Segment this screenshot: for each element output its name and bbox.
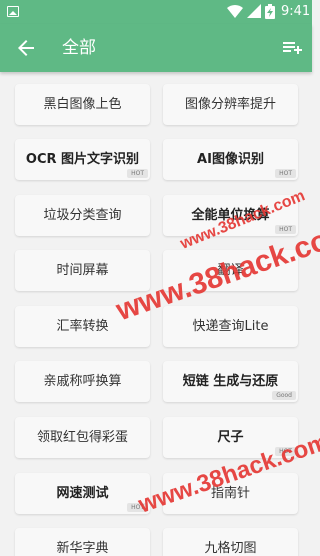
tool-tile-label: 亲戚称呼换算 [43, 374, 122, 389]
tool-tile-label: AI图像识别 [197, 152, 264, 167]
tool-tile-label: 黑白图像上色 [43, 97, 122, 112]
tool-tile-label: 网速测试 [56, 486, 109, 501]
tool-tile-label: 垃圾分类查询 [43, 208, 122, 223]
tool-tile[interactable]: 亲戚称呼换算 [15, 361, 150, 402]
page-title: 全部 [62, 38, 96, 58]
tool-tile[interactable]: 网速测试 HOT [15, 473, 150, 514]
cell-signal-icon [247, 4, 261, 18]
tool-tile-badge: HOT [127, 169, 148, 178]
status-time: 9:41 [281, 4, 311, 19]
tool-tile[interactable]: 短链 生成与还原 Good [163, 361, 298, 402]
tool-tile-label: 领取红包得彩蛋 [36, 430, 128, 445]
tool-tile[interactable]: 快递查询Lite [163, 306, 298, 347]
tool-tile[interactable]: 领取红包得彩蛋 [15, 417, 150, 458]
battery-charging-icon [265, 4, 275, 19]
tool-tile[interactable]: 新华字典 [15, 528, 150, 556]
tool-tile[interactable]: AI图像识别 HOT [163, 139, 298, 180]
tool-tile-badge: Good [272, 391, 296, 400]
tool-tile[interactable]: 黑白图像上色 [15, 84, 150, 125]
app-bar: 全部 [0, 24, 312, 72]
tool-tile-label: 汇率转换 [56, 319, 109, 334]
tool-tile-label: OCR 图片文字识别 [25, 152, 140, 167]
tool-tile[interactable]: 时间屏幕 [15, 250, 150, 291]
tool-tile-label: 九格切图 [204, 541, 257, 556]
tool-tile-label: 时间屏幕 [56, 263, 109, 278]
back-arrow-icon[interactable] [14, 36, 38, 60]
tool-tile[interactable]: 图像分辨率提升 [163, 84, 298, 125]
tool-tile-label: 短链 生成与还原 [182, 374, 279, 389]
tool-tile-badge: HOT [275, 169, 296, 178]
image-notification-icon [7, 6, 19, 17]
tool-tile-label: 新华字典 [56, 541, 109, 556]
tool-tile[interactable]: 九格切图 [163, 528, 298, 556]
tool-tile[interactable]: 垃圾分类查询 [15, 195, 150, 236]
status-bar: 9:41 [0, 0, 312, 24]
tool-tile[interactable]: OCR 图片文字识别 HOT [15, 139, 150, 180]
tool-tile-label: 图像分辨率提升 [184, 97, 276, 112]
wifi-icon [227, 5, 243, 18]
playlist-add-icon[interactable] [280, 36, 304, 60]
tool-tile-label: 快递查询Lite [192, 319, 269, 334]
tool-tile-label: 尺子 [217, 430, 244, 445]
